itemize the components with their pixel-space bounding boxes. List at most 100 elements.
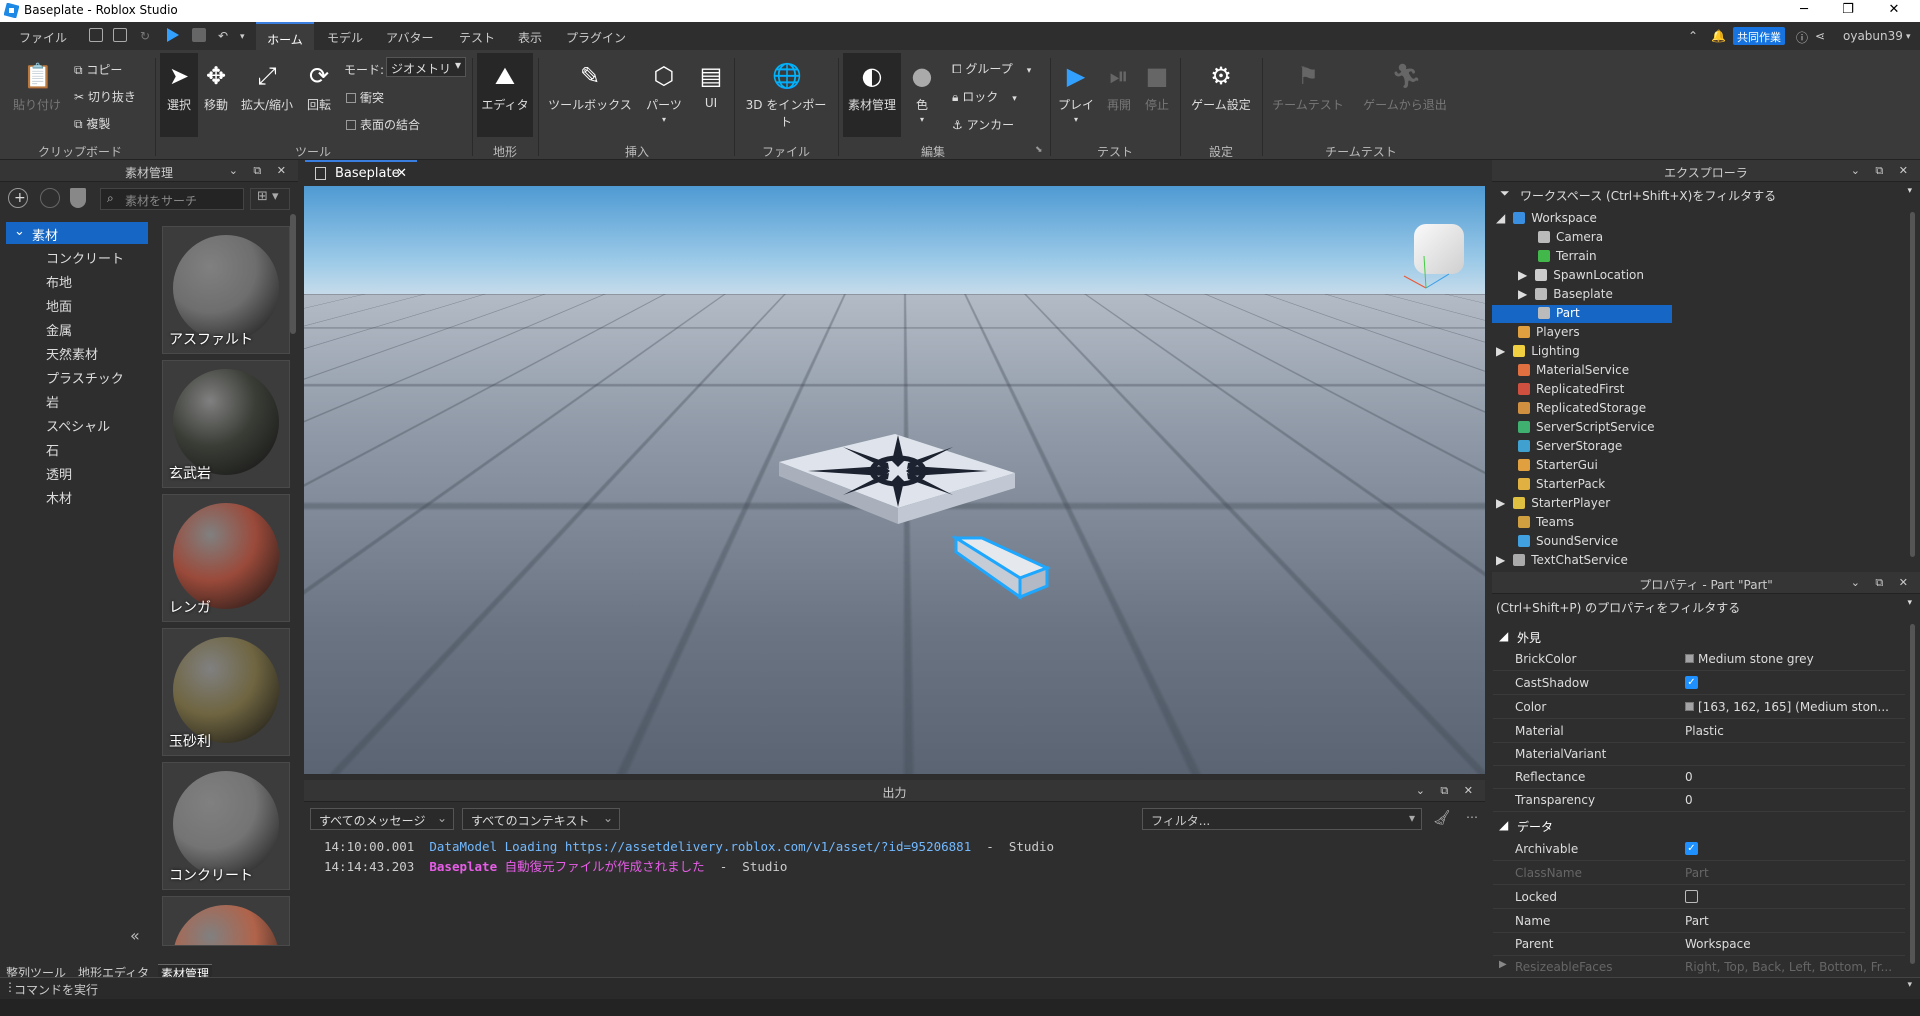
command-input[interactable]: コマンドを実行 bbox=[14, 983, 98, 997]
parts-button[interactable]: ⬡ パーツ ▾ bbox=[642, 62, 686, 124]
move-tool-button[interactable]: ✥ 移動 bbox=[202, 62, 230, 113]
category-item[interactable]: 天然素材 bbox=[46, 344, 98, 363]
user-name[interactable]: oyabun39 bbox=[1843, 29, 1903, 43]
spawn-location[interactable] bbox=[779, 434, 1015, 524]
category-item[interactable]: 布地 bbox=[46, 272, 72, 291]
stop-button[interactable]: ■ 停止 bbox=[1140, 62, 1174, 113]
terrain-editor-button[interactable]: ⛰ エディタ bbox=[477, 53, 533, 137]
category-item[interactable]: 木材 bbox=[46, 488, 72, 507]
explorer-item-starterpack[interactable]: StarterPack bbox=[1518, 477, 1605, 491]
prop-parent[interactable]: Parent Workspace bbox=[1493, 933, 1905, 956]
material-manager-button[interactable]: ◐ 素材管理 bbox=[843, 53, 901, 137]
context-filter-select[interactable]: すべてのコンテキスト ⌄ bbox=[462, 808, 620, 830]
prop-archivable[interactable]: Archivable ✓ bbox=[1493, 838, 1905, 861]
explorer-item-camera[interactable]: Camera bbox=[1538, 230, 1603, 244]
mode-select[interactable]: ジオメトリ ▾ bbox=[386, 57, 466, 77]
category-item[interactable]: 透明 bbox=[46, 464, 72, 483]
menu-view[interactable]: 表示 bbox=[518, 29, 542, 46]
material-tile[interactable] bbox=[162, 896, 290, 946]
panel-controls-icon[interactable]: ⌄ ⧉ ✕ bbox=[1851, 576, 1914, 590]
explorer-item-teams[interactable]: Teams bbox=[1518, 515, 1574, 529]
collide-checkbox[interactable]: 衝突 bbox=[346, 89, 384, 106]
menu-avatar[interactable]: アバター bbox=[386, 29, 434, 46]
notifications-icon[interactable]: 🔔 bbox=[1711, 29, 1726, 43]
explorer-filter-input[interactable]: ⏷ ワークスペース (Ctrl+Shift+X)をフィルタする ▾ bbox=[1492, 184, 1920, 204]
import-3d-button[interactable]: 🌐 3D をインポート bbox=[740, 62, 832, 130]
explorer-item-serverstorage[interactable]: ServerStorage bbox=[1518, 439, 1622, 453]
category-item[interactable]: 石 bbox=[46, 440, 59, 459]
category-item[interactable]: 地面 bbox=[46, 296, 72, 315]
game-settings-button[interactable]: ⚙ ゲーム設定 bbox=[1186, 62, 1256, 113]
tab-baseplate[interactable]: Baseplate ✕ bbox=[305, 160, 417, 184]
quick-access-dropdown-icon[interactable]: ▾ bbox=[240, 32, 245, 42]
duplicate-button[interactable]: ⧉ 複製 bbox=[74, 115, 110, 132]
collapse-ribbon-icon[interactable]: ⌃ bbox=[1688, 29, 1698, 43]
scrollbar[interactable] bbox=[290, 214, 296, 334]
explorer-item-lighting[interactable]: ▶ Lighting bbox=[1496, 344, 1580, 358]
explorer-item-textchatservice[interactable]: ▶ TextChatService bbox=[1496, 553, 1628, 567]
explorer-item-terrain[interactable]: Terrain bbox=[1538, 249, 1597, 263]
category-item[interactable]: コンクリート bbox=[46, 248, 124, 267]
scale-tool-button[interactable]: ⤢ 拡大/縮小 bbox=[239, 62, 295, 113]
checkbox-icon[interactable] bbox=[1685, 890, 1698, 903]
collaborate-button[interactable]: 共同作業 bbox=[1733, 27, 1785, 45]
collapse-sidebar-icon[interactable]: « bbox=[130, 926, 140, 945]
quick-stop-icon[interactable] bbox=[192, 28, 206, 42]
prop-brickcolor[interactable]: BrickColor Medium stone grey bbox=[1493, 648, 1905, 671]
select-tool-button[interactable]: ➤ 選択 bbox=[160, 53, 198, 137]
prop-name[interactable]: Name Part bbox=[1493, 910, 1905, 933]
explorer-item-spawnlocation[interactable]: ▶ SpawnLocation bbox=[1518, 268, 1644, 282]
resume-button[interactable]: ⏯ 再開 bbox=[1102, 62, 1136, 113]
menu-plugins[interactable]: プラグイン bbox=[566, 29, 626, 46]
anchor-button[interactable]: ⚓︎ アンカー bbox=[952, 116, 1014, 133]
prop-material[interactable]: Material Plastic bbox=[1493, 720, 1905, 743]
menu-test[interactable]: テスト bbox=[459, 29, 495, 46]
undo-icon[interactable]: ↶ bbox=[218, 29, 228, 43]
paint-bucket-icon[interactable] bbox=[70, 188, 86, 208]
checkbox-checked-icon[interactable]: ✓ bbox=[1685, 676, 1698, 689]
clear-output-icon[interactable]: 🧹︎ bbox=[1433, 810, 1451, 826]
menu-file[interactable]: ファイル bbox=[19, 29, 67, 46]
join-surfaces-checkbox[interactable]: 表面の結合 bbox=[346, 116, 420, 133]
prop-materialvariant[interactable]: MaterialVariant bbox=[1493, 743, 1905, 766]
group-button[interactable]: ⧠ グループ ▾ bbox=[952, 60, 1031, 77]
explorer-item-baseplate[interactable]: ▶ Baseplate bbox=[1518, 287, 1613, 301]
help-icon[interactable]: ⓘ bbox=[1796, 29, 1808, 46]
lock-button[interactable]: 🔒︎ ロック ▾ bbox=[952, 88, 1017, 105]
output-filter-input[interactable]: フィルタ... ▾ bbox=[1142, 808, 1422, 830]
explorer-item-replicatedstorage[interactable]: ReplicatedStorage bbox=[1518, 401, 1646, 415]
material-tile[interactable]: 玉砂利 bbox=[162, 628, 290, 756]
explorer-item-players[interactable]: Players bbox=[1518, 325, 1580, 339]
save-icon[interactable] bbox=[113, 28, 127, 42]
close-icon[interactable]: ✕ bbox=[1884, 2, 1904, 17]
panel-controls-icon[interactable]: ⌄ ⧉ ✕ bbox=[1851, 164, 1914, 178]
prop-transparency[interactable]: Transparency 0 bbox=[1493, 789, 1905, 812]
panel-controls-icon[interactable]: ⌄ ⧉ ✕ bbox=[1416, 784, 1479, 798]
play-button[interactable]: ▶ プレイ ▾ bbox=[1056, 62, 1096, 124]
prop-castshadow[interactable]: CastShadow ✓ bbox=[1493, 672, 1905, 695]
material-tile[interactable]: レンガ bbox=[162, 494, 290, 622]
3d-viewport[interactable] bbox=[304, 186, 1485, 774]
maximize-icon[interactable]: ❐ bbox=[1838, 2, 1858, 17]
explorer-item-starterplayer[interactable]: ▶ StarterPlayer bbox=[1496, 496, 1610, 510]
prop-resizeablefaces[interactable]: ▶ ResizeableFaces Right, Top, Back, Left, … bbox=[1493, 956, 1905, 979]
edit-settings-icon[interactable]: ⬊ bbox=[1035, 145, 1043, 155]
toolbox-button[interactable]: ✎ ツールボックス bbox=[546, 62, 634, 113]
category-item[interactable]: スペシャル bbox=[46, 416, 110, 435]
explorer-item-part[interactable]: Part bbox=[1538, 306, 1580, 320]
material-tile[interactable]: アスファルト bbox=[162, 226, 290, 354]
explorer-item-serverscriptservice[interactable]: ServerScriptService bbox=[1518, 420, 1655, 434]
category-item[interactable]: プラスチック bbox=[46, 368, 124, 387]
menu-home[interactable]: ホーム bbox=[256, 22, 314, 50]
prop-reflectance[interactable]: Reflectance 0 bbox=[1493, 766, 1905, 789]
close-icon[interactable]: ✕ bbox=[396, 166, 407, 181]
explorer-item-workspace[interactable]: ◢ Workspace bbox=[1496, 211, 1597, 225]
material-tile[interactable]: 玄武岩 bbox=[162, 360, 290, 488]
material-tile[interactable]: コンクリート bbox=[162, 762, 290, 890]
explorer-item-replicatedfirst[interactable]: ReplicatedFirst bbox=[1518, 382, 1624, 396]
location-pin-icon[interactable] bbox=[40, 188, 60, 208]
color-button[interactable]: ● 色 ▾ bbox=[906, 62, 938, 124]
quick-play-icon[interactable] bbox=[167, 28, 179, 42]
share-icon[interactable]: ⋖ bbox=[1815, 29, 1825, 43]
cut-button[interactable]: ✂ 切り抜き bbox=[74, 88, 136, 105]
